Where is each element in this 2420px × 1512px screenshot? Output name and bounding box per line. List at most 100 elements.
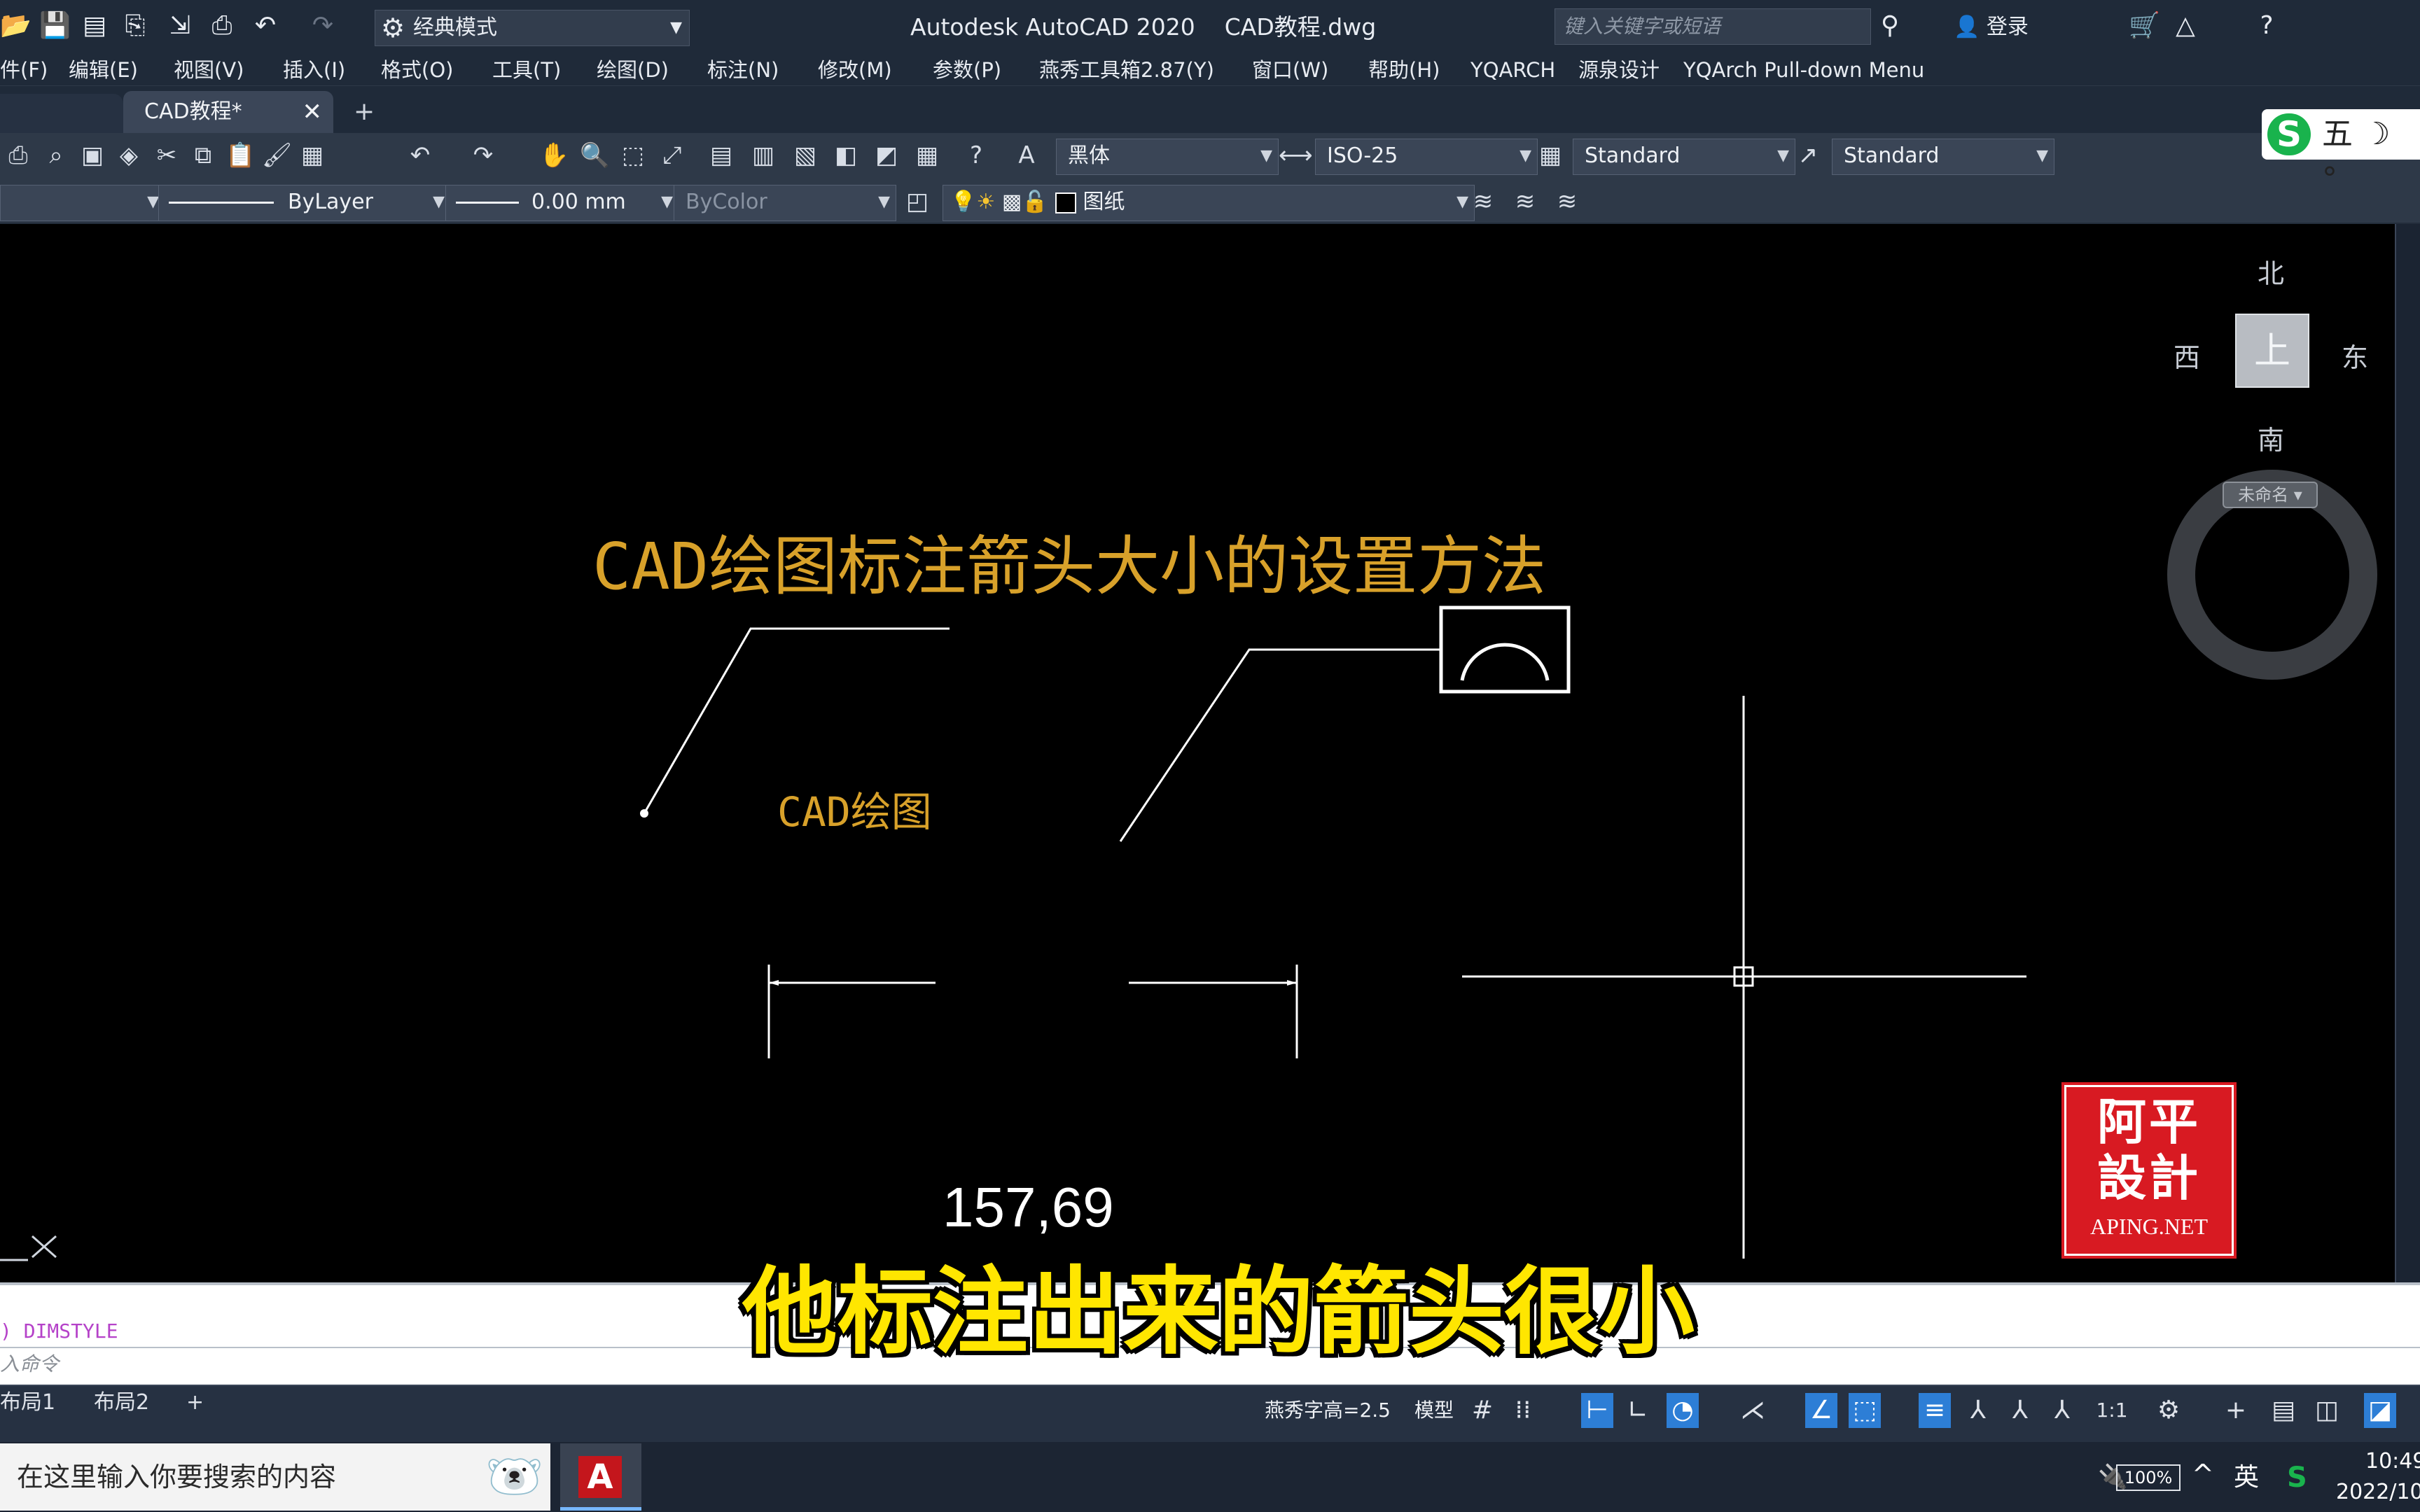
open-icon[interactable]: 📂	[0, 11, 32, 41]
menu-draw[interactable]: 绘图(D)	[597, 55, 669, 85]
zoom-previous-icon[interactable]: ⤢	[658, 141, 686, 169]
quick-properties-icon[interactable]: ▤	[2267, 1393, 2300, 1428]
color-dropdown[interactable]: ▼	[0, 185, 165, 221]
model-space-button[interactable]: 模型	[1414, 1393, 1454, 1428]
linetype-dropdown[interactable]: ByLayer ▼	[158, 185, 451, 221]
compass-north[interactable]: 北	[2258, 252, 2284, 290]
sogou-tray-icon[interactable]: S	[2287, 1462, 2307, 1494]
ortho-icon[interactable]: ∟	[1622, 1393, 1654, 1428]
tab-cad-tutorial[interactable]: CAD教程* ✕	[123, 91, 333, 133]
save-icon[interactable]: 💾	[39, 11, 71, 41]
dimension-style-icon[interactable]: ⟷	[1279, 141, 1313, 169]
block-editor-icon[interactable]: ▦	[298, 141, 326, 169]
draw-toolbar-vertical[interactable]	[2395, 224, 2420, 1282]
zoom-realtime-icon[interactable]: 🔍	[580, 141, 609, 169]
annotation-visibility-icon[interactable]: ⅄	[1962, 1393, 1994, 1428]
compass-east[interactable]: 东	[2342, 336, 2368, 374]
menu-file[interactable]: 件(F)	[0, 55, 48, 85]
calculator-icon[interactable]: ▦	[913, 141, 941, 169]
layer-previous-icon[interactable]: ≋	[1511, 188, 1539, 216]
battery-indicator[interactable]: 100%	[2116, 1464, 2181, 1491]
clock-time[interactable]: 10:49	[2365, 1446, 2420, 1477]
view-name-menu[interactable]: 未命名 ▾	[2223, 482, 2318, 508]
drawing-canvas[interactable]: CAD绘图标注箭头大小的设置方法 CAD绘图 157,69 北 南 东 西	[0, 224, 2395, 1282]
grid-icon[interactable]: #	[1466, 1393, 1498, 1428]
print-icon[interactable]: ⎙	[207, 11, 237, 41]
redo-icon[interactable]: ↷	[469, 141, 497, 169]
redo-icon[interactable]: ↷	[308, 11, 338, 41]
workspace-dropdown[interactable]: ⚙ 经典模式 ▼	[375, 10, 690, 46]
make-current-layer-icon[interactable]: ≋	[1469, 188, 1497, 216]
close-icon[interactable]: ✕	[302, 91, 323, 133]
menu-tools[interactable]: 工具(T)	[492, 55, 561, 85]
clock-date[interactable]: 2022/10	[2336, 1477, 2420, 1508]
save-as-icon[interactable]: ▤	[80, 11, 109, 41]
windows-search-box[interactable]: 在这里输入你要搜索的内容 🐻‍❄️	[0, 1443, 550, 1511]
input-language[interactable]: 英	[2234, 1460, 2259, 1495]
menu-parametric[interactable]: 参数(P)	[933, 55, 1001, 85]
menu-window[interactable]: 窗口(W)	[1252, 55, 1328, 85]
menu-dimension[interactable]: 标注(N)	[707, 55, 779, 85]
add-layout-button[interactable]: +	[186, 1389, 204, 1417]
lineweight-dropdown[interactable]: 0.00 mm ▼	[445, 185, 679, 221]
auto-scale-icon[interactable]: ⅄	[2004, 1393, 2036, 1428]
dynamic-input-icon[interactable]: ⊢	[1581, 1393, 1613, 1428]
taskbar-autocad-button[interactable]: A	[560, 1443, 641, 1511]
text-style-dropdown[interactable]: 黑体 ▼	[1056, 139, 1279, 175]
hardware-acceleration-icon[interactable]: ◪	[2364, 1393, 2396, 1428]
annotation-scale-icon[interactable]: ⅄	[2046, 1393, 2078, 1428]
menu-yuanquan[interactable]: 源泉设计	[1578, 55, 1660, 85]
design-center-icon[interactable]: ▥	[749, 141, 777, 169]
pan-icon[interactable]: ✋	[539, 141, 569, 169]
chevron-up-icon[interactable]: ^	[2192, 1459, 2214, 1490]
viewcube-top-face[interactable]: 上	[2235, 314, 2309, 388]
plot-preview-icon[interactable]: ⌕	[42, 141, 70, 169]
layer-states-icon[interactable]: ≋	[1553, 188, 1581, 216]
text-height-status[interactable]: 燕秀字高=2.5	[1265, 1393, 1391, 1428]
polar-tracking-icon[interactable]: ◔	[1667, 1393, 1699, 1428]
menu-view[interactable]: 视图(V)	[174, 55, 244, 85]
menu-modify[interactable]: 修改(M)	[818, 55, 892, 85]
sheet-set-icon[interactable]: ◧	[832, 141, 860, 169]
isolate-icon[interactable]: ◫	[2311, 1393, 2343, 1428]
plus-icon[interactable]: +	[2220, 1393, 2252, 1428]
multileader-style-icon[interactable]: ↗	[1794, 141, 1822, 169]
undo-icon[interactable]: ↶	[406, 141, 434, 169]
lineweight-icon[interactable]: ≡	[1919, 1393, 1951, 1428]
layer-dropdown[interactable]: 💡☀ ▩🔓 图纸 ▼	[943, 185, 1475, 221]
table-style-dropdown[interactable]: Standard ▼	[1573, 139, 1795, 175]
help-search-input[interactable]: 键入关键字或短语	[1555, 8, 1871, 45]
publish-icon[interactable]: ⇲	[165, 11, 195, 41]
zoom-window-icon[interactable]: ⬚	[619, 141, 647, 169]
paste-icon[interactable]: 📋	[225, 141, 255, 169]
menu-yqarch[interactable]: YQARCH	[1470, 55, 1555, 85]
menu-insert[interactable]: 插入(I)	[283, 55, 345, 85]
tool-palettes-icon[interactable]: ▧	[791, 141, 819, 169]
menu-help[interactable]: 帮助(H)	[1368, 55, 1440, 85]
dimension-style-dropdown[interactable]: ISO-25 ▼	[1315, 139, 1538, 175]
menu-edit[interactable]: 编辑(E)	[69, 55, 138, 85]
3d-dwf-icon[interactable]: ◈	[115, 141, 143, 169]
print-icon[interactable]: ⎙	[4, 141, 32, 169]
help-icon[interactable]: ?	[962, 141, 990, 169]
isometric-icon[interactable]: ⋌	[1737, 1393, 1769, 1428]
multileader-style-dropdown[interactable]: Standard ▼	[1832, 139, 2054, 175]
scale-value[interactable]: 1:1	[2091, 1393, 2133, 1428]
binoculars-icon[interactable]: ⚲	[1875, 11, 1905, 41]
text-style-icon[interactable]: A	[1013, 141, 1041, 169]
properties-icon[interactable]: ▤	[707, 141, 735, 169]
undo-icon[interactable]: ↶	[251, 11, 280, 41]
markup-icon[interactable]: ◩	[872, 141, 900, 169]
menu-format[interactable]: 格式(O)	[381, 55, 453, 85]
export-icon[interactable]: ⎘	[120, 11, 150, 41]
snap-icon[interactable]: ⁞⁞	[1507, 1393, 1539, 1428]
tab-start[interactable]	[0, 94, 123, 133]
gear-icon[interactable]: ⚙	[2153, 1393, 2185, 1428]
plot-style-dropdown[interactable]: ByColor ▼	[674, 185, 896, 221]
object-snap-icon[interactable]: ⬚	[1849, 1393, 1881, 1428]
menu-yanxiu-toolbox[interactable]: 燕秀工具箱2.87(Y)	[1039, 55, 1214, 85]
compass-west[interactable]: 西	[2174, 336, 2200, 374]
command-input[interactable]: 入命令	[0, 1348, 59, 1380]
autodesk-app-icon[interactable]: △	[2171, 11, 2200, 41]
tab-layout2[interactable]: 布局2	[94, 1389, 149, 1417]
